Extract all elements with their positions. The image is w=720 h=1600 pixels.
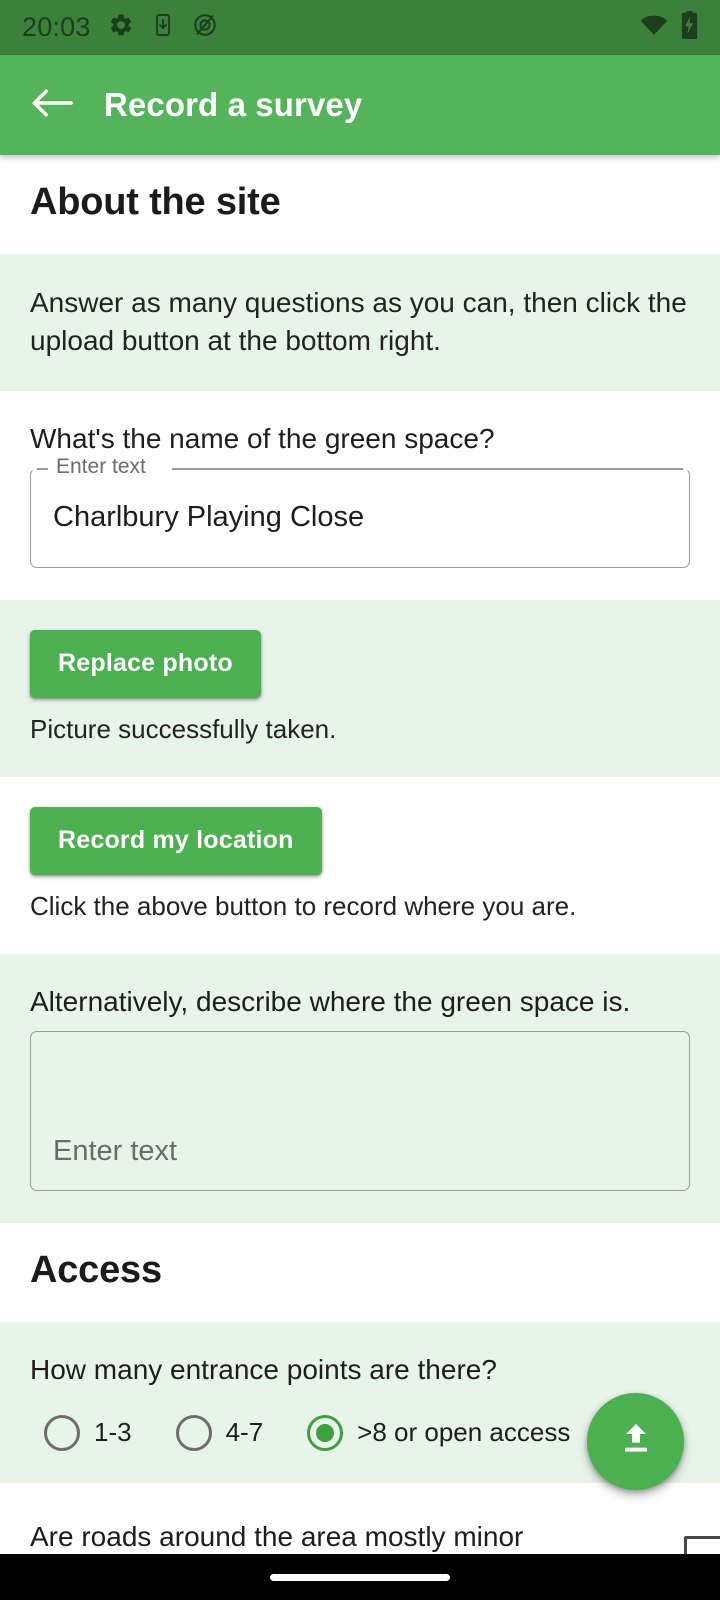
radio-circle-icon[interactable] [44,1414,80,1451]
question-label-entrance-points: How many entrance points are there? [30,1353,497,1385]
intro-block: Answer as many questions as you can, the… [0,254,720,392]
radio-circle-icon[interactable] [175,1414,212,1451]
status-bar: 20:03 [0,0,720,55]
gesture-pill[interactable] [270,1573,450,1581]
gear-icon [108,12,134,43]
system-navigation-bar [0,1554,720,1600]
section-header-access: Access [0,1222,720,1322]
location-block: Record my location Click the above butto… [0,776,720,954]
describe-location-field-wrapper[interactable]: Enter text [30,1030,690,1191]
back-button[interactable] [26,79,78,131]
upload-fab-button[interactable] [587,1393,684,1490]
section-header-about: About the site [0,155,720,254]
location-status-text: Click the above button to record where y… [30,890,577,921]
question-label-roads: Are roads around the area mostly minor [30,1520,524,1552]
question-green-space-name: What's the name of the green space? Ente… [0,391,720,600]
question-describe-location: Alternatively, describe where the green … [0,953,720,1223]
radio-label-8-or-open-access: >8 or open access [357,1417,571,1448]
question-label-green-space-name: What's the name of the green space? [30,423,495,455]
green-space-name-field-label: Enter text [56,454,146,478]
question-label-describe-location: Alternatively, describe where the green … [30,985,631,1017]
battery-charging-icon [681,11,698,44]
describe-location-placeholder: Enter text [53,1134,178,1167]
upload-icon [616,1419,656,1464]
page-title: Record a survey [104,86,363,123]
status-bar-clock: 20:03 [22,12,91,42]
describe-location-input[interactable]: Enter text [30,1030,690,1191]
status-bar-left: 20:03 [22,12,218,43]
status-bar-right [640,11,698,44]
green-space-name-input[interactable]: Charlbury Playing Close [30,467,690,568]
radio-option-1-3[interactable]: 1-3 [30,1414,132,1451]
radio-option-8-or-open-access[interactable]: >8 or open access [293,1414,571,1451]
back-arrow-icon [30,86,74,125]
green-space-name-value: Charlbury Playing Close [53,501,365,534]
record-location-button[interactable]: Record my location [30,806,322,875]
section-title-about: About the site [30,181,281,223]
photo-block: Replace photo Picture successfully taken… [0,599,720,777]
intro-text: Answer as many questions as you can, the… [30,287,687,356]
green-space-name-field-wrapper[interactable]: Enter text Charlbury Playing Close [30,456,690,568]
phone-download-icon [151,12,175,43]
radio-label-1-3: 1-3 [94,1417,132,1448]
phone-screen: 20:03 Record a survey About the site Ans… [0,0,720,1600]
radio-option-4-7[interactable]: 4-7 [162,1414,264,1451]
radio-label-4-7: 4-7 [225,1417,264,1448]
replace-photo-button[interactable]: Replace photo [30,629,261,698]
radio-circle-checked-icon[interactable] [307,1414,344,1451]
survey-form-scroll[interactable]: About the site Answer as many questions … [0,155,720,1600]
data-saver-off-icon [192,12,218,43]
section-title-access: Access [30,1248,162,1291]
photo-status-text: Picture successfully taken. [30,713,337,744]
app-bar: Record a survey [0,55,720,155]
wifi-icon [640,14,668,41]
